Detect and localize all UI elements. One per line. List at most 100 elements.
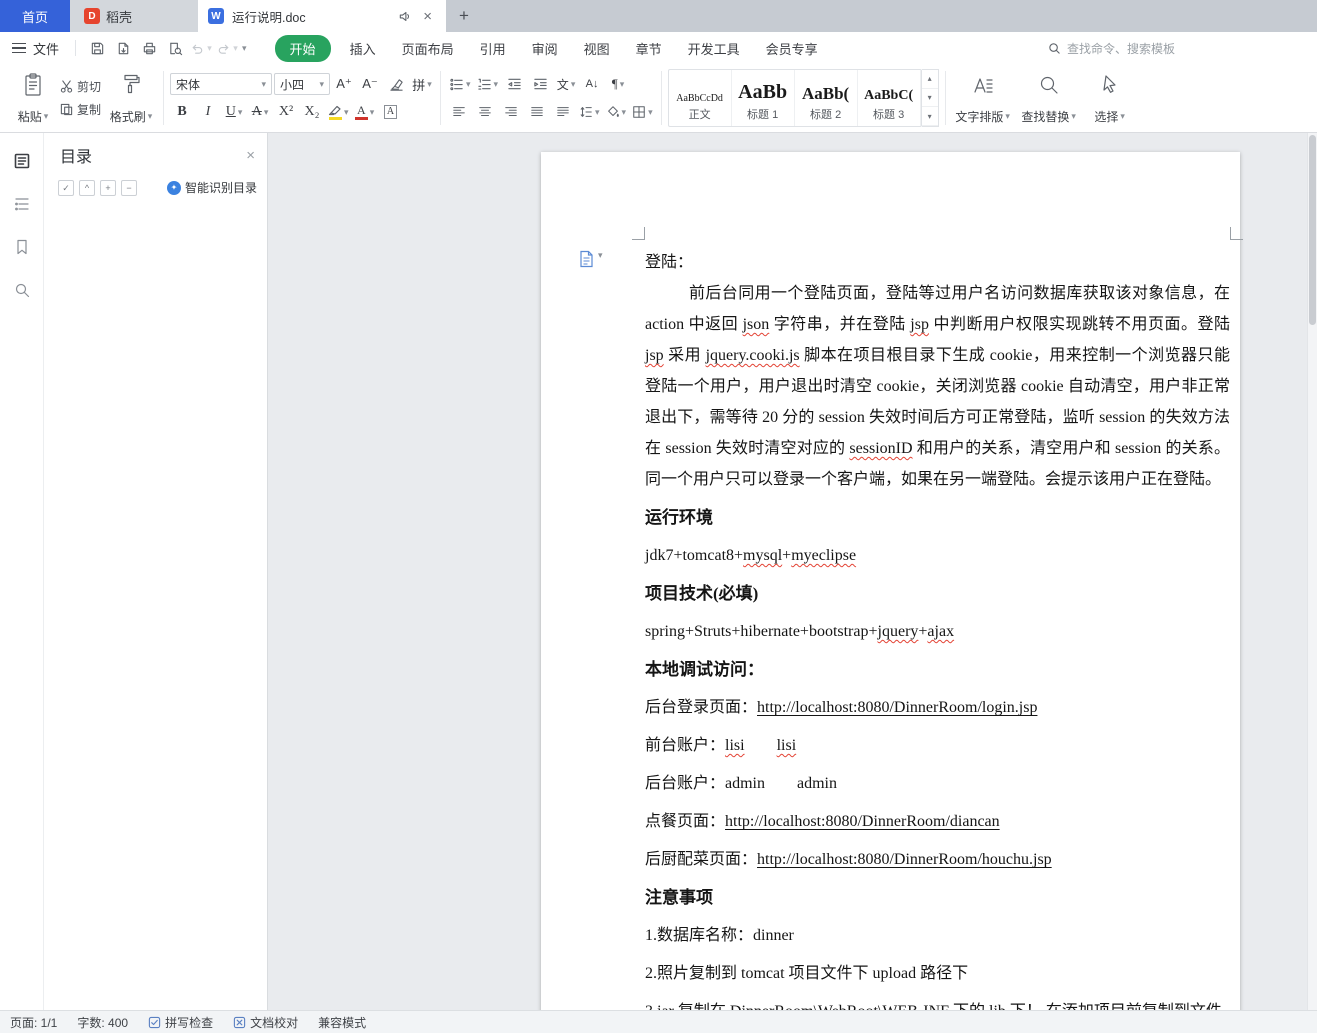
superscript-button[interactable]: X² bbox=[274, 101, 298, 123]
paste-caret-icon[interactable]: ▾ bbox=[44, 111, 49, 122]
undo-button[interactable]: ▾ bbox=[188, 36, 214, 60]
style-item-1[interactable]: AaBb 标题 1 bbox=[732, 70, 795, 126]
ribbon-tab-1[interactable]: 插入 bbox=[337, 35, 389, 62]
underline-caret-icon[interactable]: ▾ bbox=[238, 107, 243, 118]
highlight-caret-icon[interactable]: ▾ bbox=[344, 107, 349, 118]
main-menu-icon[interactable] bbox=[12, 42, 26, 54]
ribbon-tab-6[interactable]: 章节 bbox=[623, 35, 675, 62]
toc-collapse-all-button[interactable]: − bbox=[121, 179, 137, 196]
toc-panel-close-icon[interactable]: × bbox=[246, 148, 255, 163]
page-tag-button[interactable]: ▾ bbox=[579, 250, 603, 268]
smart-toc-button[interactable]: ✦ 智能识别目录 bbox=[166, 179, 257, 196]
subscript-button[interactable]: X₂ bbox=[300, 101, 324, 123]
toc-panel-icon[interactable] bbox=[9, 149, 35, 173]
copy-button[interactable]: 复制 bbox=[60, 101, 101, 118]
page-tag-caret-icon[interactable]: ▾ bbox=[598, 250, 603, 261]
paragraph-marks-button[interactable]: ¶ ▾ bbox=[606, 73, 630, 95]
compat-mode-indicator[interactable]: 兼容模式 bbox=[318, 1014, 366, 1031]
style-item-0[interactable]: AaBbCcDd 正文 bbox=[669, 70, 732, 126]
bullets-button[interactable]: ▾ bbox=[447, 73, 473, 95]
save-button[interactable] bbox=[84, 36, 110, 60]
cut-button[interactable]: 剪切 bbox=[60, 78, 101, 95]
clear-format-button[interactable] bbox=[384, 73, 408, 95]
format-painter-caret-icon[interactable]: ▾ bbox=[148, 111, 153, 122]
outline-panel-icon[interactable] bbox=[9, 192, 35, 216]
font-size-select[interactable]: 小四 ▾ bbox=[274, 73, 331, 95]
home-tab[interactable]: 首页 bbox=[0, 0, 70, 32]
borders-caret-icon[interactable]: ▾ bbox=[648, 107, 653, 118]
align-center-button[interactable] bbox=[473, 101, 497, 123]
styles-gallery-down-button[interactable]: ▾ bbox=[921, 89, 938, 108]
underline-button[interactable]: U ▾ bbox=[222, 101, 246, 123]
line-spacing-button[interactable]: ▾ bbox=[577, 101, 602, 123]
styles-gallery-up-button[interactable]: ▴ bbox=[921, 70, 938, 89]
speaker-icon[interactable] bbox=[398, 10, 411, 23]
justify-button[interactable] bbox=[525, 101, 549, 123]
numbering-button[interactable]: ▾ bbox=[475, 73, 501, 95]
paste-button[interactable]: 粘贴 ▾ bbox=[10, 69, 56, 127]
redo-button[interactable]: ▾ bbox=[214, 36, 240, 60]
text-layout-caret-icon[interactable]: ▾ bbox=[1005, 111, 1010, 122]
toc-panel-body[interactable] bbox=[44, 204, 267, 1010]
paragraph-marks-caret-icon[interactable]: ▾ bbox=[620, 79, 625, 90]
strikethrough-button[interactable]: A ▾ bbox=[248, 101, 272, 123]
print-button[interactable] bbox=[136, 36, 162, 60]
decrease-font-button[interactable]: A⁻ bbox=[358, 73, 382, 95]
print-preview-button[interactable] bbox=[162, 36, 188, 60]
italic-button[interactable]: I bbox=[196, 101, 220, 123]
ribbon-tab-3[interactable]: 引用 bbox=[467, 35, 519, 62]
numbering-caret-icon[interactable]: ▾ bbox=[494, 79, 499, 90]
page-indicator[interactable]: 页面: 1/1 bbox=[10, 1014, 57, 1031]
borders-button[interactable]: ▾ bbox=[630, 101, 655, 123]
quick-access-more-icon[interactable]: ▾ bbox=[242, 43, 247, 54]
distribute-button[interactable] bbox=[551, 101, 575, 123]
search-panel-icon[interactable] bbox=[9, 278, 35, 302]
find-replace-button[interactable]: 查找替换 ▾ bbox=[1014, 69, 1084, 127]
export-pdf-button[interactable] bbox=[110, 36, 136, 60]
bullets-caret-icon[interactable]: ▾ bbox=[466, 79, 471, 90]
phonetic-caret-icon[interactable]: ▾ bbox=[427, 79, 432, 90]
ribbon-tab-8[interactable]: 会员专享 bbox=[753, 35, 831, 62]
font-name-select[interactable]: 宋体 ▾ bbox=[170, 73, 273, 95]
increase-font-button[interactable]: A⁺ bbox=[332, 73, 356, 95]
tab-close-icon[interactable]: × bbox=[419, 7, 436, 26]
strikethrough-caret-icon[interactable]: ▾ bbox=[264, 107, 269, 118]
ribbon-tab-0[interactable]: 开始 bbox=[274, 34, 331, 62]
text-tool-caret-icon[interactable]: ▾ bbox=[571, 79, 576, 90]
style-item-3[interactable]: AaBbC(标题 3 bbox=[858, 70, 921, 126]
redo-caret-icon[interactable]: ▾ bbox=[233, 43, 238, 54]
align-left-button[interactable] bbox=[447, 101, 471, 123]
select-caret-icon[interactable]: ▾ bbox=[1120, 111, 1125, 122]
style-item-2[interactable]: AaBb(标题 2 bbox=[795, 70, 858, 126]
select-button[interactable]: 选择 ▾ bbox=[1084, 69, 1136, 127]
document-tab[interactable]: W 运行说明.doc × bbox=[198, 0, 446, 32]
format-painter-button[interactable]: 格式刷 ▾ bbox=[105, 69, 157, 127]
shading-caret-icon[interactable]: ▾ bbox=[622, 107, 627, 118]
character-border-button[interactable]: A bbox=[379, 101, 403, 123]
spell-check-toggle[interactable]: 拼写检查 bbox=[148, 1014, 213, 1031]
word-count[interactable]: 字数: 400 bbox=[77, 1014, 128, 1031]
scrollbar-thumb[interactable] bbox=[1309, 135, 1316, 325]
document-content[interactable]: 登陆： 前后台同用一个登陆页面，登陆等过用户名访问数据库获取该对象信息，在 act… bbox=[645, 247, 1230, 1010]
vertical-scrollbar[interactable] bbox=[1307, 133, 1317, 1010]
doc-proof-toggle[interactable]: 文档校对 bbox=[233, 1014, 298, 1031]
line-spacing-caret-icon[interactable]: ▾ bbox=[595, 107, 600, 118]
bold-button[interactable]: B bbox=[170, 101, 194, 123]
ribbon-tab-4[interactable]: 审阅 bbox=[519, 35, 571, 62]
shading-button[interactable]: ▾ bbox=[604, 101, 629, 123]
toc-expand-all-button[interactable]: + bbox=[100, 179, 116, 196]
document-page[interactable]: ▾ 登陆： 前后台同用一个登陆页面，登陆等过用户名访问数据库获取该对象信息，在 a… bbox=[541, 152, 1243, 1010]
font-color-button[interactable]: A ▾ bbox=[353, 101, 377, 123]
find-replace-caret-icon[interactable]: ▾ bbox=[1071, 111, 1076, 122]
command-search[interactable]: 查找命令、搜索模板 bbox=[1048, 40, 1175, 57]
ribbon-tab-5[interactable]: 视图 bbox=[571, 35, 623, 62]
text-layout-button[interactable]: 文字排版 ▾ bbox=[952, 69, 1014, 127]
highlight-color-button[interactable]: ▾ bbox=[326, 101, 351, 123]
ribbon-tab-7[interactable]: 开发工具 bbox=[675, 35, 753, 62]
ribbon-tab-2[interactable]: 页面布局 bbox=[389, 35, 467, 62]
increase-indent-button[interactable] bbox=[528, 73, 552, 95]
phonetic-guide-button[interactable]: 拼 ▾ bbox=[410, 73, 434, 95]
toc-locate-button[interactable]: ✓ bbox=[58, 179, 74, 196]
styles-gallery-more-button[interactable]: ▾ bbox=[921, 107, 938, 127]
docer-tab[interactable]: D 稻壳 bbox=[70, 0, 198, 32]
